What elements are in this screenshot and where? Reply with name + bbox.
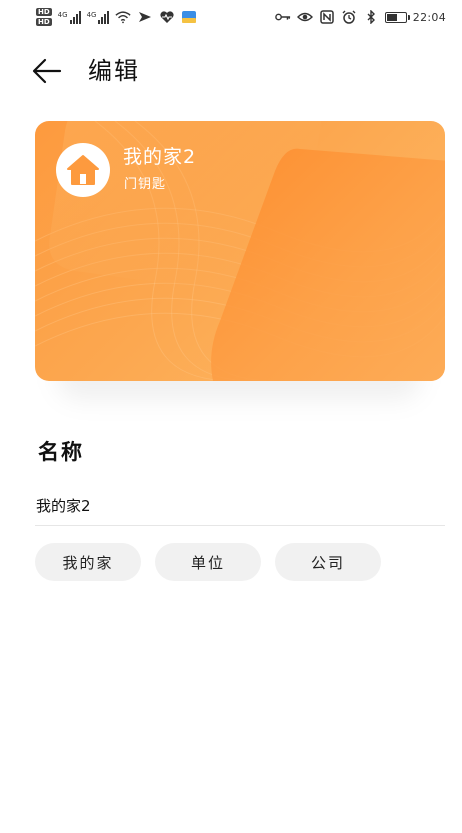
net2-label: 4G [86,10,97,19]
signal-2-icon: 4G [86,10,110,24]
alarm-icon [341,9,357,25]
battery-level [386,13,397,21]
sim-badges: HD HD [36,8,52,26]
location-arrow-icon [137,9,153,25]
gallery-app-icon [181,9,197,25]
heart-rate-icon [159,9,175,25]
eye-icon [296,9,313,25]
nfc-icon [319,9,335,25]
name-input[interactable] [35,486,445,526]
arrow-left-icon [32,58,62,84]
status-bar-left: HD HD 4G 4G [36,4,197,30]
header: 编辑 [0,44,462,100]
key-card-preview: 我的家2 门钥匙 [35,121,445,381]
suggestion-chip-company[interactable]: 公司 [275,543,381,581]
status-time: 22:04 [412,10,446,24]
name-section-label: 名称 [38,440,84,464]
home-badge [56,143,110,197]
home-icon [67,155,99,185]
sim2-hd-badge: HD [36,18,52,26]
sim1-hd-badge: HD [36,8,52,16]
battery-icon [384,11,410,23]
status-bar: HD HD 4G 4G 22:04 [0,0,462,34]
suggestion-chip-home[interactable]: 我的家 [35,543,141,581]
card-subtitle: 门钥匙 [124,177,167,192]
key-icon [274,9,291,25]
card-title: 我的家2 [123,146,197,168]
page-title: 编辑 [88,57,140,85]
net1-label: 4G [57,10,68,19]
suggestion-chip-work[interactable]: 单位 [155,543,261,581]
signal-1-icon: 4G [57,10,81,24]
bluetooth-icon [363,9,379,25]
name-suggestions: 我的家 单位 公司 [35,543,381,581]
status-bar-right: 22:04 [274,4,446,30]
back-button[interactable] [30,56,64,86]
wifi-icon [115,9,132,25]
